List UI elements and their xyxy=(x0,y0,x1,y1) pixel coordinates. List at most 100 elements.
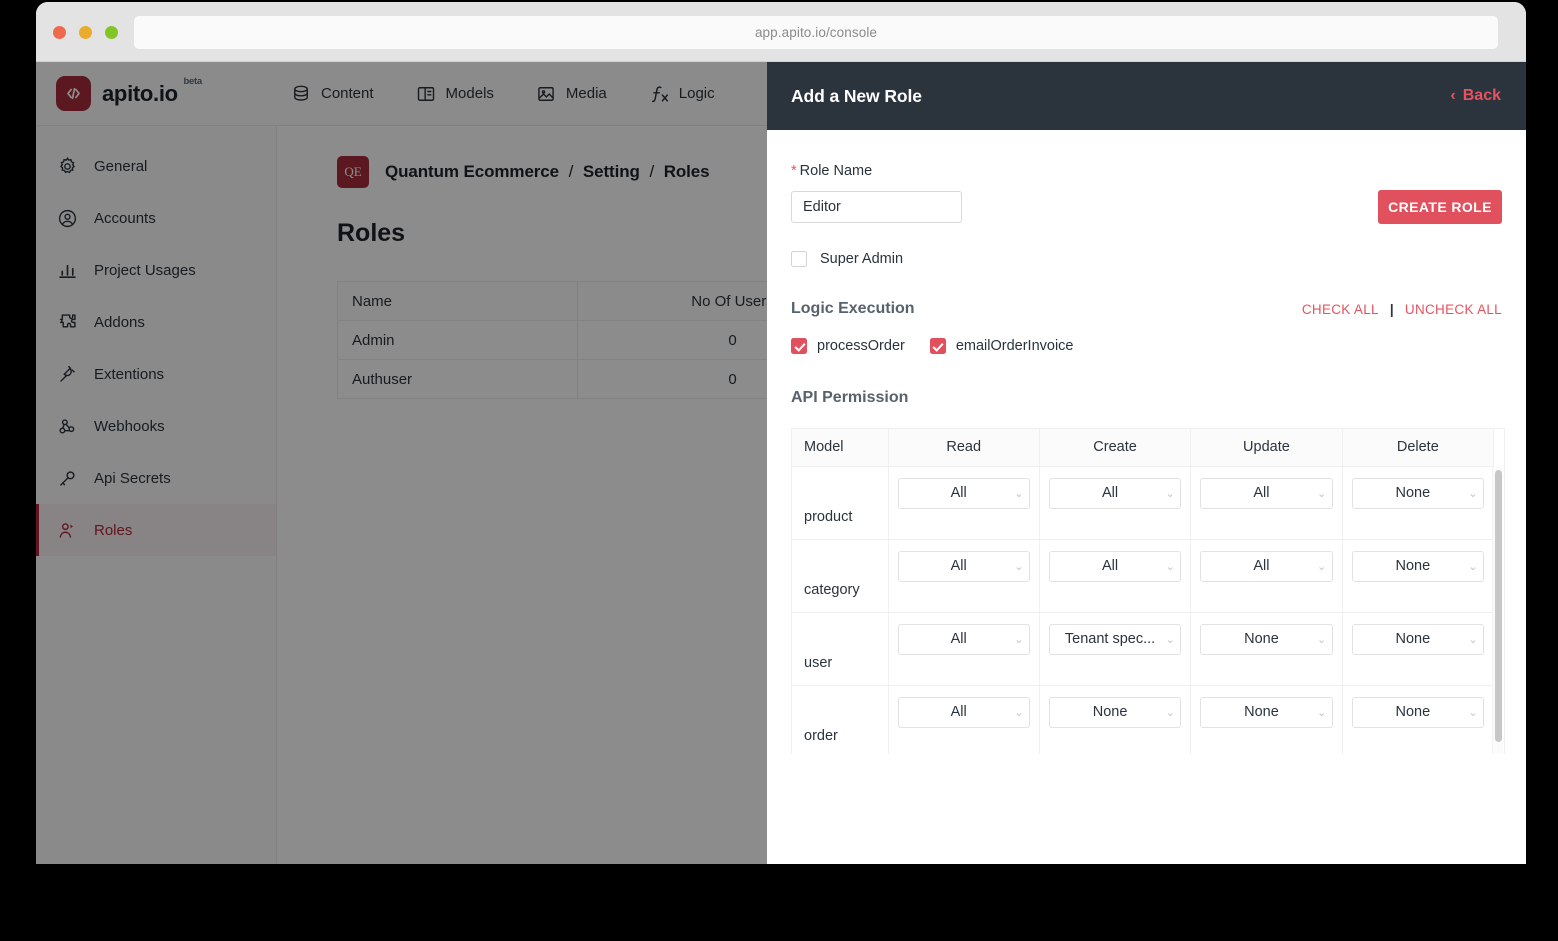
maximize-window-button[interactable] xyxy=(105,26,118,39)
permission-table-scrollbar[interactable] xyxy=(1492,467,1503,753)
uncheck-all-link[interactable]: UNCHECK ALL xyxy=(1405,302,1502,317)
select-value: None xyxy=(1395,631,1431,647)
delete-permission-select[interactable]: None ⌄ xyxy=(1351,550,1484,582)
nav-label-logic: Logic xyxy=(678,85,715,102)
select-value: All xyxy=(1102,558,1119,574)
minimize-window-button[interactable] xyxy=(79,26,92,39)
breadcrumb-project[interactable]: Quantum Ecommerce xyxy=(385,162,559,181)
screen-root: app.apito.io/console apito.io beta Conte… xyxy=(0,0,1558,941)
read-permission-select[interactable]: All ⌄ xyxy=(897,550,1030,582)
beta-badge: beta xyxy=(183,75,202,87)
project-badge[interactable]: QE xyxy=(337,156,369,188)
scrollbar-thumb[interactable] xyxy=(1495,470,1502,742)
sidebar-label-project-usages: Project Usages xyxy=(94,261,196,279)
perm-cell-delete: None ⌄ xyxy=(1342,685,1495,754)
role-name-label: * Role Name xyxy=(791,163,1502,179)
role-name-input[interactable] xyxy=(791,191,962,223)
sidebar-item-extentions[interactable]: Extentions xyxy=(36,348,276,400)
delete-permission-select[interactable]: None ⌄ xyxy=(1351,623,1484,655)
logic-item-email-order-invoice[interactable]: emailOrderInvoice xyxy=(929,338,1074,354)
database-icon xyxy=(291,84,311,104)
select-value: None xyxy=(1395,704,1431,720)
chevron-down-icon: ⌄ xyxy=(1317,706,1327,719)
read-permission-select[interactable]: All ⌄ xyxy=(897,623,1030,655)
logic-item-process-order[interactable]: processOrder xyxy=(791,338,905,354)
process-order-label: processOrder xyxy=(817,338,905,354)
perm-model-name: order xyxy=(792,685,889,754)
email-order-invoice-checkbox[interactable] xyxy=(929,338,946,354)
perm-col-update: Update xyxy=(1190,429,1343,467)
chevron-down-icon: ⌄ xyxy=(1468,560,1478,573)
apito-logo-icon xyxy=(56,76,91,111)
perm-col-model: Model xyxy=(792,429,889,467)
perm-cell-delete: None ⌄ xyxy=(1342,466,1495,540)
perm-cell-update: All ⌄ xyxy=(1190,539,1343,613)
sidebar-item-roles[interactable]: Roles xyxy=(36,504,276,556)
actions-divider: | xyxy=(1389,301,1394,317)
delete-permission-select[interactable]: None ⌄ xyxy=(1351,477,1484,509)
address-bar[interactable]: app.apito.io/console xyxy=(134,16,1498,49)
chevron-down-icon: ⌄ xyxy=(1468,633,1478,646)
chevron-down-icon: ⌄ xyxy=(1014,633,1024,646)
role-name-cell: Authuser xyxy=(337,359,578,399)
update-permission-select[interactable]: All ⌄ xyxy=(1200,477,1333,509)
role-name-label-text: Role Name xyxy=(799,163,873,179)
table-row: order All ⌄ None ⌄ None ⌄ None ⌄ xyxy=(792,685,1495,754)
create-permission-select[interactable]: Tenant spec... ⌄ xyxy=(1048,623,1182,655)
nav-item-content[interactable]: Content xyxy=(291,84,374,104)
sidebar-item-project-usages[interactable]: Project Usages xyxy=(36,244,276,296)
sidebar-label-roles: Roles xyxy=(94,521,133,539)
perm-cell-create: All ⌄ xyxy=(1039,466,1192,540)
read-permission-select[interactable]: All ⌄ xyxy=(897,477,1030,509)
api-permission-title: API Permission xyxy=(791,389,909,406)
read-permission-select[interactable]: All ⌄ xyxy=(897,696,1030,728)
update-permission-select[interactable]: None ⌄ xyxy=(1200,623,1333,655)
sidebar-item-api-secrets[interactable]: Api Secrets xyxy=(36,452,276,504)
perm-cell-update: All ⌄ xyxy=(1190,466,1343,540)
sidebar-item-accounts[interactable]: Accounts xyxy=(36,192,276,244)
breadcrumb-roles[interactable]: Roles xyxy=(664,162,710,181)
sidebar-item-webhooks[interactable]: Webhooks xyxy=(36,400,276,452)
perm-cell-read: All ⌄ xyxy=(888,612,1040,686)
nav-label-models: Models xyxy=(445,85,494,102)
sidebar-item-general[interactable]: General xyxy=(36,140,276,192)
chevron-down-icon: ⌄ xyxy=(1165,633,1175,646)
sidebar-label-extentions: Extentions xyxy=(94,365,165,383)
update-permission-select[interactable]: None ⌄ xyxy=(1200,696,1333,728)
perm-cell-create: Tenant spec... ⌄ xyxy=(1039,612,1192,686)
select-value: Tenant spec... xyxy=(1064,631,1156,647)
super-admin-row: Super Admin xyxy=(791,251,1502,267)
chevron-down-icon: ⌄ xyxy=(1468,487,1478,500)
perm-header-row: Model Read Create Update Delete xyxy=(792,429,1495,467)
perm-cell-create: None ⌄ xyxy=(1039,685,1192,754)
super-admin-label: Super Admin xyxy=(820,251,904,267)
role-name-row: CREATE ROLE xyxy=(791,190,1502,224)
update-permission-select[interactable]: All ⌄ xyxy=(1200,550,1333,582)
breadcrumb-setting[interactable]: Setting xyxy=(583,162,640,181)
perm-cell-read: All ⌄ xyxy=(888,685,1040,754)
create-permission-select[interactable]: All ⌄ xyxy=(1048,477,1182,509)
chevron-down-icon: ⌄ xyxy=(1317,487,1327,500)
close-window-button[interactable] xyxy=(53,26,66,39)
select-value: All xyxy=(1253,485,1270,501)
super-admin-checkbox[interactable] xyxy=(791,251,807,267)
create-permission-select[interactable]: None ⌄ xyxy=(1048,696,1182,728)
chevron-down-icon: ⌄ xyxy=(1317,560,1327,573)
create-permission-select[interactable]: All ⌄ xyxy=(1048,550,1182,582)
sidebar-item-addons[interactable]: Addons xyxy=(36,296,276,348)
create-role-button[interactable]: CREATE ROLE xyxy=(1378,190,1502,224)
panel-title: Add a New Role xyxy=(791,85,922,106)
check-all-link[interactable]: CHECK ALL xyxy=(1302,302,1379,317)
table-row: category All ⌄ All ⌄ All ⌄ None ⌄ xyxy=(792,539,1495,613)
process-order-checkbox[interactable] xyxy=(791,338,807,354)
brand-logo[interactable]: apito.io beta xyxy=(36,76,277,111)
nav-item-media[interactable]: Media xyxy=(536,84,607,104)
nav-item-models[interactable]: Models xyxy=(416,84,494,104)
perm-cell-update: None ⌄ xyxy=(1190,612,1343,686)
delete-permission-select[interactable]: None ⌄ xyxy=(1351,696,1484,728)
sidebar-label-general: General xyxy=(94,157,148,175)
nav-items: Content Models Media Logic xyxy=(291,84,715,104)
back-button[interactable]: ‹ Back xyxy=(1450,87,1501,105)
nav-item-logic[interactable]: Logic xyxy=(649,84,715,104)
app-root: apito.io beta Content Models Media Logic… xyxy=(36,62,1526,864)
